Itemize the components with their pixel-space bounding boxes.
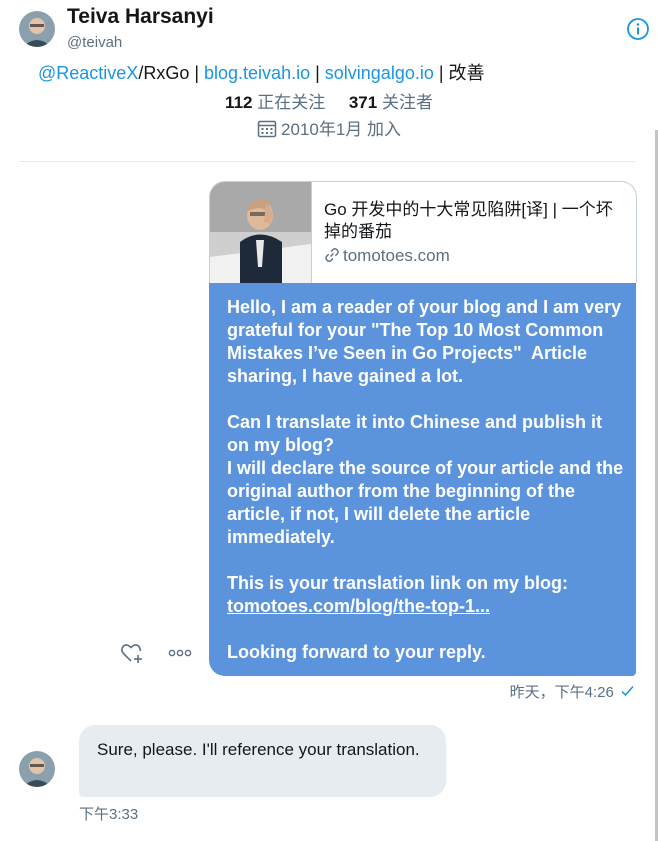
check-icon (621, 684, 634, 701)
conversation-header: Teiva Harsanyi @teivah (0, 0, 658, 60)
link-preview-domain: tomotoes.com (324, 246, 450, 268)
following-link[interactable]: 112 正在关注 (225, 93, 325, 112)
outgoing-message-meta: 昨天，下午4:26 (510, 681, 634, 702)
incoming-message-bubble[interactable]: Sure, please. I'll reference your transl… (79, 725, 446, 797)
heart-add-icon[interactable] (119, 640, 145, 666)
bio-tail: | 改善 (433, 63, 485, 83)
profile-handle[interactable]: @teivah (67, 34, 122, 51)
bio-text: /RxGo | (138, 63, 205, 83)
divider (19, 161, 636, 162)
link-preview-card[interactable]: Go 开发中的十大常见陷阱[译] | 一个坏掉的番茄 tomotoes.com (209, 181, 637, 283)
info-icon[interactable] (626, 17, 649, 40)
outgoing-message-bubble[interactable]: Hello, I am a reader of your blog and I … (209, 283, 636, 676)
profile-bio: @ReactiveX/RxGo | blog.teivah.io | solvi… (38, 59, 485, 85)
avatar[interactable] (19, 11, 55, 47)
link-preview-title[interactable]: Go 开发中的十大常见陷阱[译] | 一个坏掉的番茄 (324, 199, 624, 243)
bio-link-solvingalgo[interactable]: solvingalgo.io (325, 63, 434, 83)
outgoing-message-text: Hello, I am a reader of your blog and I … (227, 297, 624, 662)
bio-link-blog[interactable]: blog.teivah.io (204, 63, 310, 83)
link-icon (324, 247, 340, 268)
incoming-message-text: Sure, please. I'll reference your transl… (97, 740, 420, 759)
profile-name[interactable]: Teiva Harsanyi (67, 5, 214, 29)
joined-date: 2010年1月 加入 (0, 115, 658, 143)
link-preview-image (210, 182, 312, 283)
sender-avatar[interactable] (19, 751, 55, 787)
incoming-message-meta: 下午3:33 (79, 806, 139, 823)
bio-link-reactivex[interactable]: @ReactiveX (38, 63, 138, 83)
calendar-icon (257, 119, 277, 143)
followers-link[interactable]: 371 关注者 (349, 93, 433, 112)
follow-stats: 112 正在关注 371 关注者 (0, 88, 658, 113)
more-options-icon[interactable] (166, 643, 194, 663)
message-link[interactable]: tomotoes.com/blog/the-top-1... (227, 596, 490, 616)
bio-separator: | (310, 63, 325, 83)
